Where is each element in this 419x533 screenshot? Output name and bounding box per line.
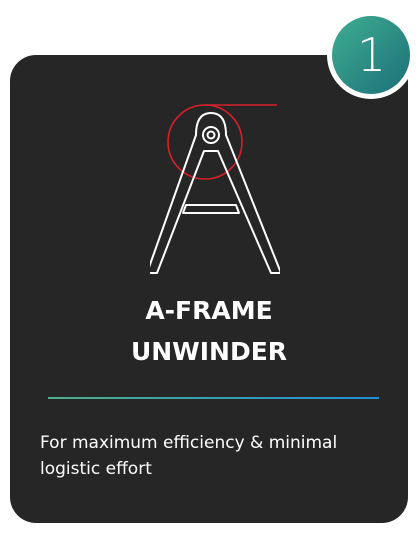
product-title-line2: UNWINDER (130, 337, 288, 366)
step-badge: 1 (324, 8, 418, 102)
gradient-divider (48, 397, 379, 399)
product-title-line1: A-FRAME (145, 296, 273, 325)
product-description: For maximum efficiency & minimal logisti… (40, 433, 338, 479)
a-frame-unwinder-icon (146, 95, 282, 275)
step-number: 1 (356, 28, 386, 82)
